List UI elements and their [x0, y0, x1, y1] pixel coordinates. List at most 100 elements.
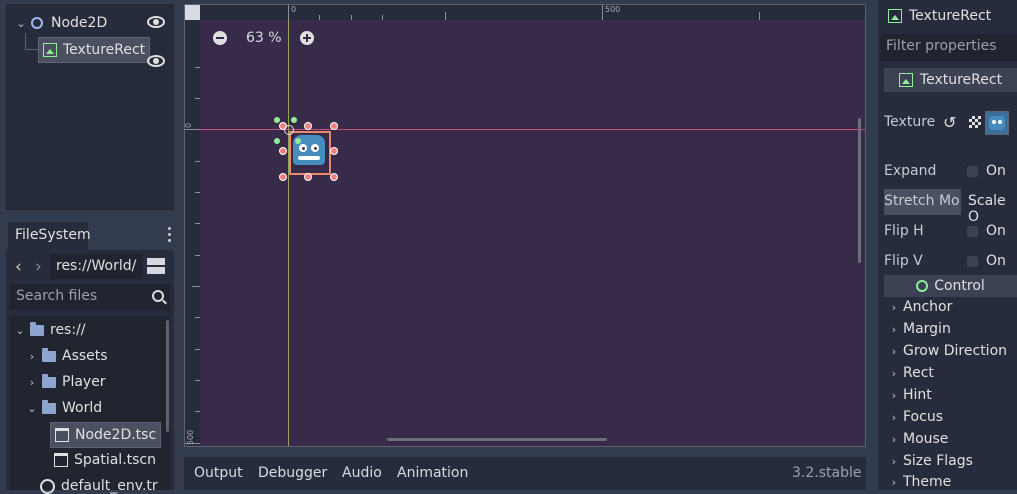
- scene-file-icon: [55, 428, 69, 442]
- tree-item-node2d[interactable]: ⌄ Node2D: [15, 13, 107, 33]
- chevron-right-icon[interactable]: ›: [26, 350, 38, 363]
- split-view-icon[interactable]: [147, 258, 165, 274]
- resize-handle[interactable]: [330, 147, 338, 155]
- ruler-label: 0: [291, 5, 297, 14]
- vertical-scrollbar[interactable]: [858, 118, 861, 263]
- tab-animation[interactable]: Animation: [397, 465, 468, 481]
- file-item-label: default_env.tr: [61, 478, 158, 494]
- zoom-level[interactable]: 63 %: [246, 30, 282, 46]
- file-item-player[interactable]: › Player: [26, 373, 106, 390]
- class-header-texturerect[interactable]: TextureRect: [884, 68, 1017, 92]
- ruler-top: 0 500: [185, 5, 865, 20]
- file-item-default-env[interactable]: default_env.tr: [40, 478, 158, 494]
- viewport[interactable]: 0 500 0 500 63 %: [184, 4, 866, 447]
- visibility-eye-icon[interactable]: [147, 16, 165, 28]
- tree-item-label: TextureRect: [63, 42, 146, 58]
- section-anchor[interactable]: › Anchor: [888, 299, 953, 315]
- file-item-assets[interactable]: › Assets: [26, 347, 108, 364]
- resize-handle[interactable]: [330, 173, 338, 181]
- file-tree: ⌄ res:// › Assets › Player ⌄ World Node2…: [10, 316, 170, 494]
- file-item-label: Spatial.tscn: [74, 452, 157, 468]
- file-item-label: Player: [62, 374, 106, 390]
- zoom-in-button[interactable]: [300, 31, 314, 45]
- section-hint[interactable]: › Hint: [888, 387, 932, 403]
- file-item-spatial-tscn[interactable]: Spatial.tscn: [50, 452, 156, 468]
- section-size-flags[interactable]: › Size Flags: [888, 453, 973, 469]
- node2d-icon: [31, 17, 43, 29]
- expand-checkbox[interactable]: On: [967, 163, 1006, 179]
- pivot-marker[interactable]: [284, 125, 294, 135]
- class-header-control[interactable]: Control: [884, 275, 1017, 297]
- flip-h-checkbox[interactable]: On: [967, 223, 1006, 239]
- tab-debugger[interactable]: Debugger: [258, 465, 327, 481]
- forward-arrow-icon[interactable]: ›: [35, 257, 42, 277]
- back-arrow-icon[interactable]: ‹: [15, 257, 22, 277]
- texturerect-icon: [898, 73, 913, 87]
- visibility-eye-icon[interactable]: [147, 55, 165, 67]
- anchor-handle[interactable]: [274, 138, 280, 144]
- chevron-right-icon: ›: [891, 454, 897, 468]
- filesystem-tab[interactable]: FileSystem: [8, 222, 91, 250]
- anchor-handle[interactable]: [291, 117, 297, 123]
- resize-handle[interactable]: [304, 173, 312, 181]
- tree-item-texturerect[interactable]: TextureRect: [38, 37, 151, 63]
- texture-edit-icon[interactable]: [969, 116, 981, 128]
- path-field[interactable]: res://World/: [50, 254, 143, 279]
- control-icon: [916, 280, 929, 292]
- prop-stretch-mode-label: Stretch Mo: [884, 193, 960, 209]
- section-rect[interactable]: › Rect: [888, 365, 934, 381]
- horizontal-scrollbar[interactable]: [387, 438, 607, 441]
- tree-connector: [25, 33, 38, 50]
- file-item-res-root[interactable]: ⌄ res://: [14, 321, 86, 338]
- prop-texture-label: Texture: [884, 114, 936, 130]
- chevron-right-icon: ›: [891, 475, 897, 489]
- anchor-handle[interactable]: [274, 117, 280, 123]
- ruler-label: 500: [605, 5, 621, 14]
- resize-handle[interactable]: [330, 122, 338, 130]
- file-item-world[interactable]: ⌄ World: [26, 399, 103, 416]
- filter-properties-input[interactable]: Filter properties: [880, 34, 1017, 61]
- chevron-down-icon[interactable]: ⌄: [14, 324, 26, 337]
- prop-value: On: [986, 253, 1006, 269]
- resize-handle[interactable]: [279, 147, 287, 155]
- anchor-handle[interactable]: [295, 138, 301, 144]
- file-item-node2d-tscn[interactable]: Node2D.tsc: [50, 422, 162, 448]
- search-files-input[interactable]: Search files: [10, 284, 170, 310]
- chevron-right-icon: ›: [891, 344, 897, 358]
- tab-audio[interactable]: Audio: [342, 465, 382, 481]
- tab-output[interactable]: Output: [194, 465, 243, 481]
- class-header-label: Control: [934, 278, 985, 294]
- chevron-right-icon: ›: [891, 322, 897, 336]
- inspector-object-title[interactable]: TextureRect: [888, 8, 991, 24]
- section-label: Rect: [903, 365, 934, 381]
- section-grow-direction[interactable]: › Grow Direction: [888, 343, 1007, 359]
- file-item-label: World: [62, 400, 103, 416]
- chevron-right-icon[interactable]: ›: [26, 376, 38, 389]
- prop-value: On: [986, 163, 1006, 179]
- ruler-left: 0 500: [185, 5, 200, 446]
- section-focus[interactable]: › Focus: [888, 409, 943, 425]
- revert-icon[interactable]: ↺: [943, 113, 956, 132]
- chevron-down-icon[interactable]: ⌄: [26, 402, 38, 415]
- section-label: Grow Direction: [903, 343, 1008, 359]
- section-label: Focus: [903, 409, 943, 425]
- texture-preview[interactable]: [985, 111, 1009, 135]
- file-tree-scrollbar[interactable]: [166, 320, 169, 432]
- chevron-right-icon: ›: [891, 388, 897, 402]
- resize-handle[interactable]: [304, 122, 312, 130]
- class-header-label: TextureRect: [919, 72, 1003, 88]
- filesystem-tab-label: FileSystem: [15, 227, 91, 243]
- section-theme[interactable]: › Theme: [888, 474, 952, 490]
- chevron-right-icon: ›: [891, 432, 897, 446]
- stretch-mode-select[interactable]: Scale O: [968, 193, 1017, 225]
- chevron-down-icon[interactable]: ⌄: [15, 17, 27, 30]
- folder-icon: [42, 347, 56, 362]
- environment-icon: [40, 478, 55, 494]
- zoom-out-button[interactable]: [213, 31, 227, 45]
- resize-handle[interactable]: [279, 173, 287, 181]
- filesystem-menu-icon[interactable]: [168, 227, 172, 243]
- section-margin[interactable]: › Margin: [888, 321, 951, 337]
- bottom-panel: Output Debugger Audio Animation 3.2.stab…: [184, 457, 866, 490]
- flip-v-checkbox[interactable]: On: [967, 253, 1006, 269]
- section-mouse[interactable]: › Mouse: [888, 431, 949, 447]
